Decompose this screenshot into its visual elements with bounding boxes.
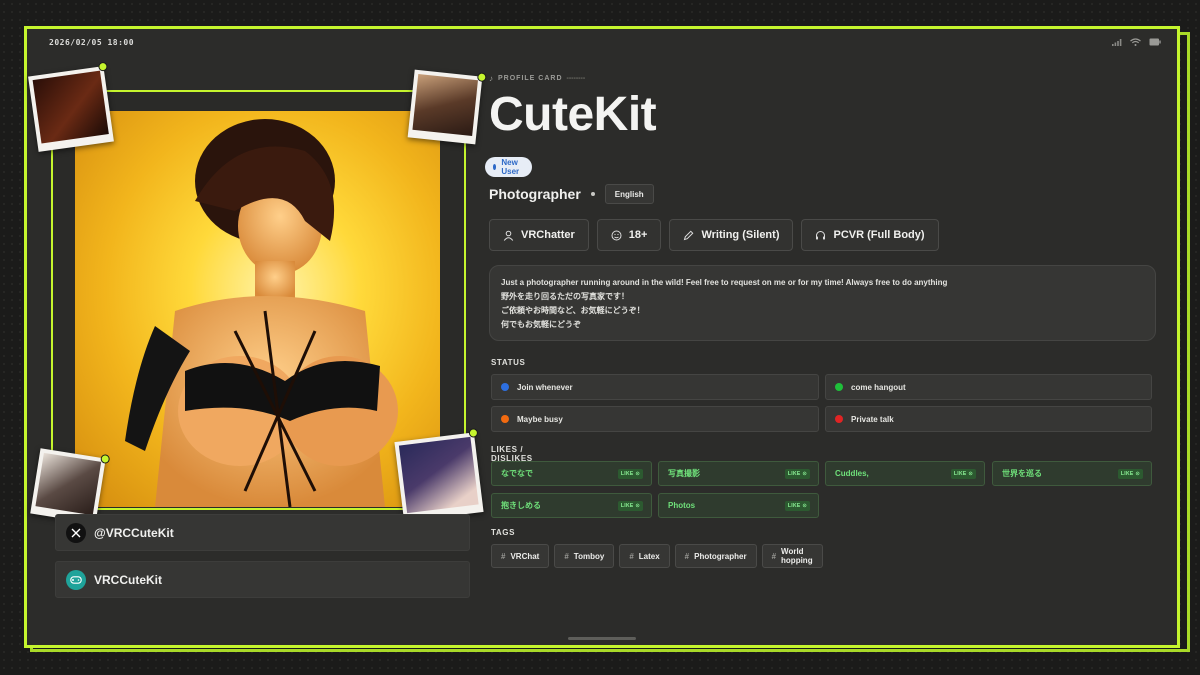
like-item: なでなで LIKE ⊙ (491, 461, 652, 486)
like-item: Cuddles, LIKE ⊙ (825, 461, 985, 486)
polaroid-top-right[interactable] (407, 69, 487, 145)
like-badge: LIKE ⊙ (1117, 469, 1143, 479)
tag-list: # VRChat # Tomboy # Latex # Photographer # Wo… (491, 544, 823, 568)
tag-tomboy[interactable]: # Tomboy (554, 544, 615, 568)
role-label: Photographer (489, 186, 581, 202)
status-come-hangout: come hangout (825, 374, 1152, 400)
bio-line-1: Just a photographer running around in th… (501, 278, 948, 287)
bio-line-4: 何でもお気軽にどうぞ (501, 320, 581, 329)
character-silhouette (125, 119, 398, 507)
status-join-whenever: Join whenever (491, 374, 819, 400)
vrchat-handle: VRCCuteKit (94, 572, 162, 587)
bio-box: Just a photographer running around in th… (489, 265, 1156, 341)
polaroid-top-left[interactable] (28, 61, 114, 152)
like-item: Photos LIKE ⊙ (658, 493, 819, 518)
wifi-icon (1130, 38, 1141, 46)
gamepad-icon (66, 569, 86, 590)
headset-icon (816, 230, 826, 239)
main-profile-photo (75, 111, 440, 507)
status-dot (835, 415, 843, 423)
pin-icon (468, 427, 479, 438)
like-badge: LIKE ⊙ (950, 469, 976, 479)
home-indicator (568, 637, 636, 640)
like-badge: LIKE ⊙ (784, 469, 810, 479)
tag-vrchat[interactable]: # VRChat (491, 544, 550, 568)
bio-line-2: 野外を走り回るただの写真家です！ (501, 292, 629, 301)
status-dot (501, 383, 509, 391)
status-dot (835, 383, 843, 391)
info-chips: VRChatter 18+ Writing (Silent) PCVR (Ful… (489, 219, 939, 251)
status-maybe-busy: Maybe busy (491, 406, 819, 432)
badge-dot (493, 164, 497, 170)
status-time: 2026/02/05 18:00 (49, 38, 135, 47)
age-icon (611, 230, 622, 240)
bio-line-3: ご依頼やお時間など、お気軽にどうぞ！ (501, 306, 645, 315)
separator-dot (590, 192, 595, 196)
profile-card: 2026/02/05 18:00 @VRCCuteKit VRCCuteKit … (24, 26, 1180, 648)
like-item: 世界を巡る LIKE ⊙ (992, 461, 1152, 486)
chip-writing: Writing (Silent) (669, 219, 794, 251)
polaroid-bottom-right[interactable] (394, 427, 484, 522)
user-icon (503, 230, 514, 241)
tag-latex[interactable]: # Latex (619, 544, 670, 568)
x-logo-icon (66, 522, 86, 543)
like-item: 写真撮影 LIKE ⊙ (658, 461, 819, 486)
role-row: Photographer English (489, 184, 654, 204)
profile-card-kicker: ♪ PROFILE CARD -------- (489, 74, 586, 83)
twitter-handle: @VRCCuteKit (94, 525, 174, 540)
tag-world-hopping[interactable]: # World hopping (761, 544, 823, 568)
polaroid-bottom-left[interactable] (30, 448, 111, 524)
status-private-talk: Private talk (825, 406, 1152, 432)
status-dot (501, 415, 509, 423)
chip-vrchatter: VRChatter (489, 219, 589, 251)
like-badge: LIKE ⊙ (617, 469, 643, 479)
twitter-link[interactable]: @VRCCuteKit (55, 514, 470, 551)
like-badge: LIKE ⊙ (617, 501, 643, 511)
vrchat-link[interactable]: VRCCuteKit (55, 561, 470, 598)
chip-pcvr: PCVR (Full Body) (801, 219, 939, 251)
status-section-title: STATUS (491, 358, 526, 367)
new-user-badge: New User (485, 157, 532, 177)
profile-name: CuteKit (489, 88, 657, 141)
tags-section-title: TAGS (491, 528, 516, 537)
music-note-icon: ♪ (489, 74, 494, 83)
status-icons (1112, 38, 1161, 46)
pin-icon (97, 61, 108, 72)
pin-icon (476, 72, 487, 83)
battery-icon (1149, 38, 1161, 46)
like-badge: LIKE ⊙ (784, 501, 810, 511)
language-badge: English (604, 184, 654, 204)
signal-icon (1112, 39, 1122, 46)
chip-age: 18+ (596, 219, 662, 251)
tag-photographer[interactable]: # Photographer (674, 544, 757, 568)
like-item: 抱きしめる LIKE ⊙ (491, 493, 652, 518)
pen-icon (684, 230, 694, 240)
